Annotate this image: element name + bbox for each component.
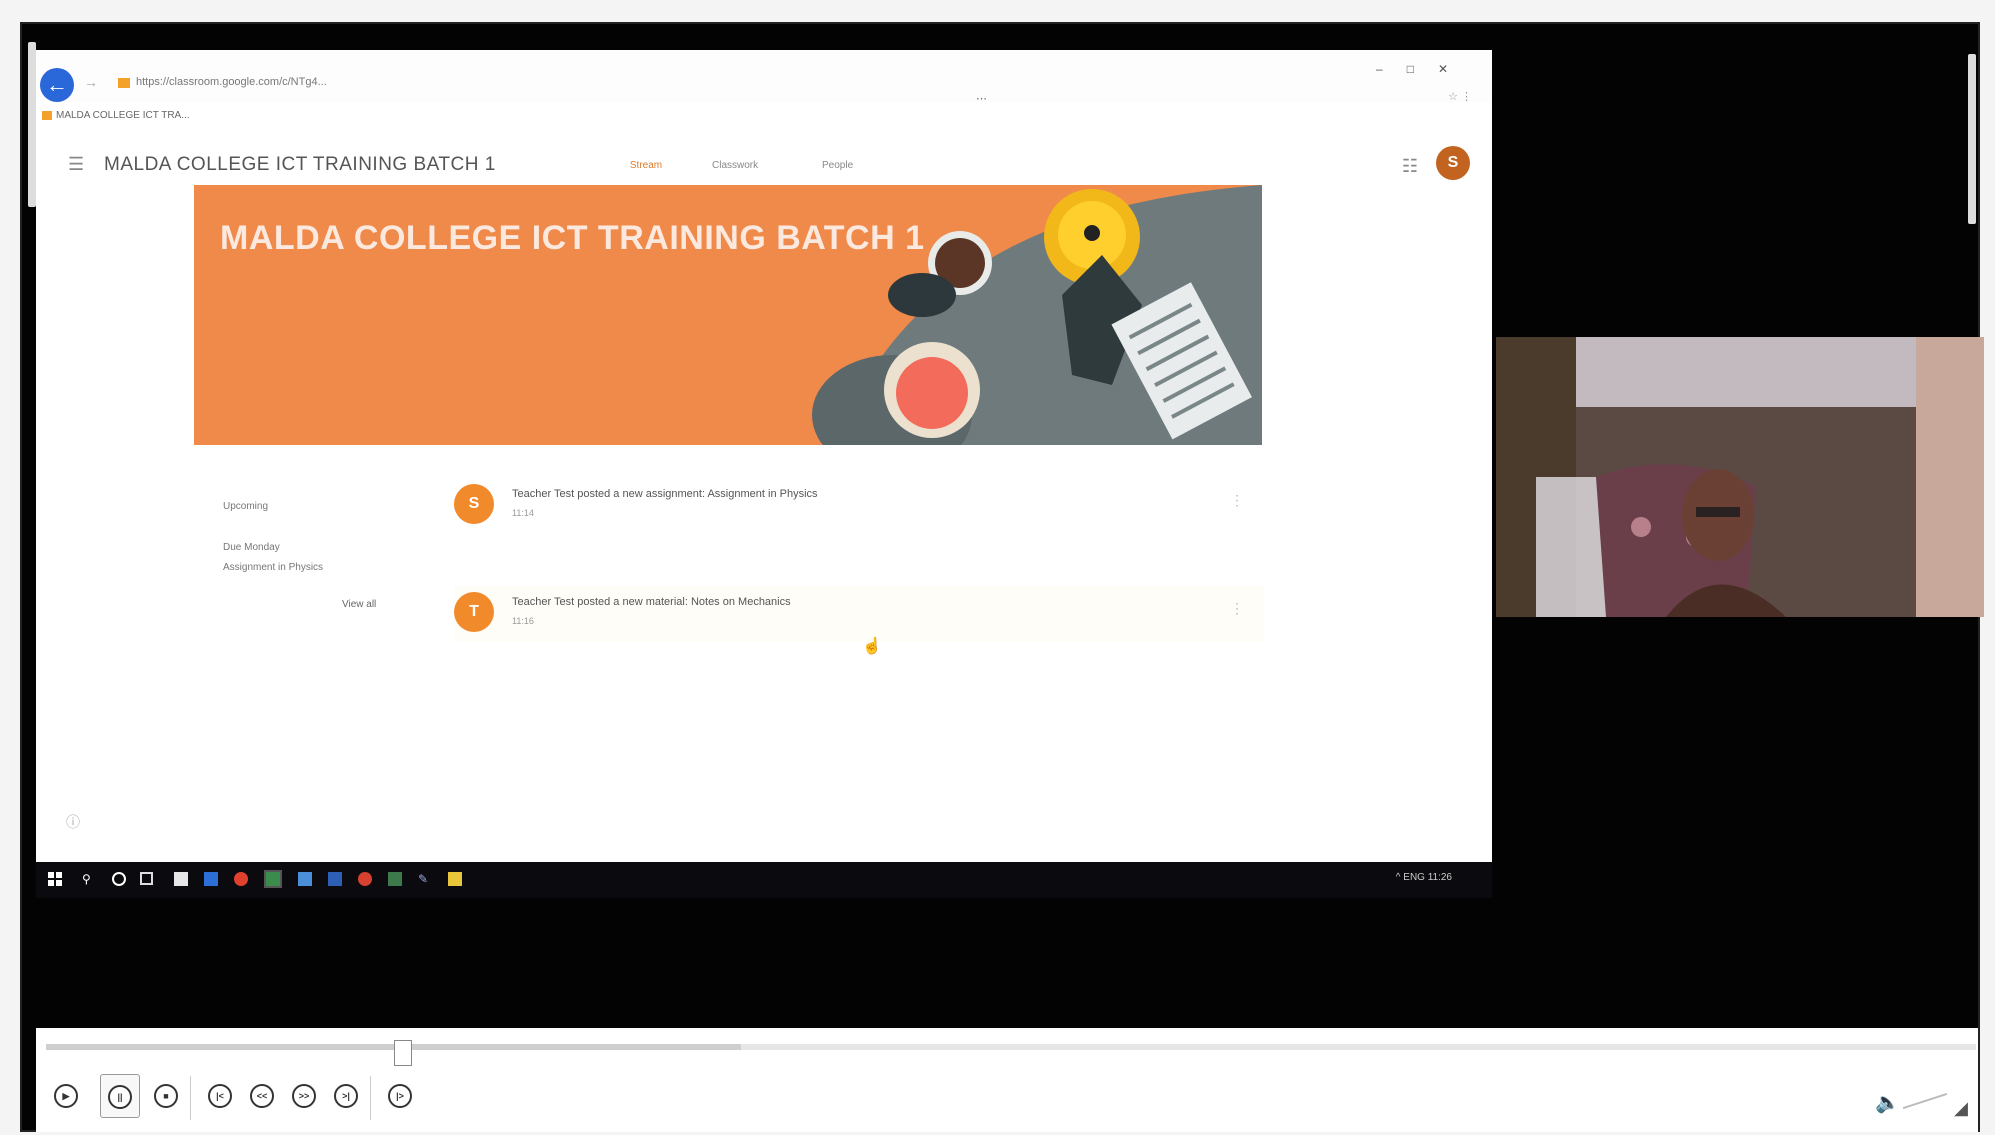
view-all-link[interactable]: View all: [342, 599, 376, 610]
browser-address-row: ← → https://classroom.google.com/c/NTg4.…: [36, 50, 1492, 121]
app-icon[interactable]: [298, 872, 312, 886]
skip-forward-button[interactable]: >|: [334, 1084, 358, 1108]
excel-icon[interactable]: [388, 872, 402, 886]
upcoming-item[interactable]: Assignment in Physics: [223, 558, 323, 578]
post-text[interactable]: Teacher Test posted a new assignment: As…: [512, 488, 818, 500]
tab-classwork[interactable]: Classwork: [712, 160, 758, 171]
media-player-controls: ▶ || ■ |< << >> >| |> 🔈 ◢: [36, 1028, 1978, 1132]
stream-post[interactable]: T Teacher Test posted a new material: No…: [454, 586, 1264, 642]
help-icon[interactable]: ⓘ: [66, 812, 80, 832]
tab-stream[interactable]: Stream: [598, 160, 694, 171]
file-explorer-icon[interactable]: [174, 872, 188, 886]
upcoming-heading: Upcoming: [223, 501, 269, 512]
browser-forward-icon[interactable]: →: [84, 74, 98, 90]
right-scrollbar-thumb[interactable]: [1968, 54, 1976, 224]
extension-icons[interactable]: ☆ ⋮: [1448, 90, 1472, 103]
seek-thumb[interactable]: [394, 1040, 412, 1066]
controls-divider: [190, 1076, 191, 1120]
more-options-icon[interactable]: ⋮: [1230, 600, 1244, 617]
hamburger-menu-icon[interactable]: ☰: [68, 154, 84, 175]
window-controls[interactable]: –□✕: [1376, 62, 1472, 76]
volume-slider[interactable]: [1902, 1092, 1948, 1110]
task-view-icon[interactable]: [140, 872, 153, 885]
cortana-icon[interactable]: [112, 872, 126, 886]
more-options-icon[interactable]: ⋮: [1230, 492, 1244, 509]
shared-screen-browser: ← → https://classroom.google.com/c/NTg4.…: [36, 50, 1492, 862]
banner-title: MALDA COLLEGE ICT TRAINING BATCH 1: [220, 219, 925, 257]
volume-icon[interactable]: 🔈: [1875, 1090, 1900, 1115]
windows-taskbar: ⚲ ✎ ^ ENG 11:26: [36, 862, 1492, 898]
bookmark-label: MALDA COLLEGE ICT TRA...: [56, 110, 190, 121]
classroom-favicon-icon: [118, 78, 130, 88]
post-time: 11:14: [512, 508, 534, 518]
resize-grip-icon[interactable]: ◢: [1954, 1098, 1968, 1119]
active-app-icon[interactable]: [264, 870, 282, 888]
app-icon[interactable]: [358, 872, 372, 886]
apps-grid-icon[interactable]: ☷: [1402, 156, 1418, 177]
seek-bar[interactable]: [46, 1044, 1976, 1050]
pause-button[interactable]: ||: [108, 1085, 132, 1109]
stop-button[interactable]: ■: [154, 1084, 178, 1108]
class-banner: MALDA COLLEGE ICT TRAINING BATCH 1: [194, 185, 1262, 445]
post-avatar: S: [454, 484, 494, 524]
upcoming-due-label: Due Monday: [223, 542, 280, 553]
step-button[interactable]: |>: [388, 1084, 412, 1108]
left-scrollbar-thumb[interactable]: [28, 42, 36, 207]
search-icon[interactable]: ⚲: [82, 872, 96, 886]
webcam-feed: [1496, 337, 1984, 617]
fast-forward-button[interactable]: >>: [292, 1084, 316, 1108]
windows-start-icon[interactable]: [48, 872, 62, 886]
mail-icon[interactable]: [204, 872, 218, 886]
chrome-icon[interactable]: [234, 872, 248, 886]
skip-back-button[interactable]: |<: [208, 1084, 232, 1108]
rewind-button[interactable]: <<: [250, 1084, 274, 1108]
address-bar-url[interactable]: https://classroom.google.com/c/NTg4...: [136, 76, 436, 88]
pen-icon[interactable]: ✎: [418, 872, 432, 886]
tab-people[interactable]: People: [822, 160, 853, 171]
class-title[interactable]: MALDA COLLEGE ICT TRAINING BATCH 1: [104, 154, 496, 176]
post-text[interactable]: Teacher Test posted a new material: Note…: [512, 596, 791, 608]
browser-back-button[interactable]: ←: [40, 68, 74, 102]
user-avatar[interactable]: S: [1436, 146, 1470, 180]
controls-divider: [370, 1076, 371, 1120]
system-tray[interactable]: ^ ENG 11:26: [1396, 872, 1452, 883]
folder-icon[interactable]: [448, 872, 462, 886]
post-avatar: T: [454, 592, 494, 632]
upcoming-due[interactable]: Due Monday Assignment in Physics: [223, 538, 323, 578]
bookmark-item[interactable]: MALDA COLLEGE ICT TRA...: [42, 110, 190, 121]
hand-cursor-icon: ☝: [862, 638, 882, 655]
stream-post[interactable]: S Teacher Test posted a new assignment: …: [454, 478, 1264, 534]
browser-menu-icon[interactable]: ⋯: [976, 92, 987, 105]
word-icon[interactable]: [328, 872, 342, 886]
play-button[interactable]: ▶: [54, 1084, 78, 1108]
bookmark-favicon-icon: [42, 110, 52, 120]
post-time: 11:16: [512, 616, 534, 626]
